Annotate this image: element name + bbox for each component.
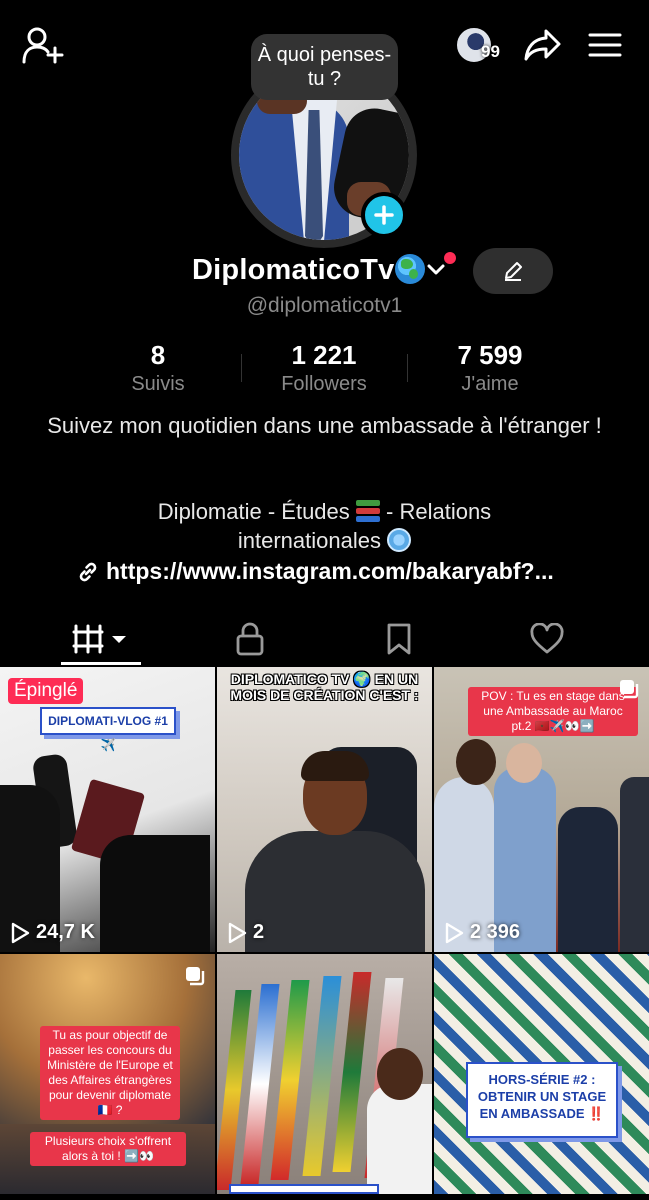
video-caption: DIPLOMATICO TV 🌍 EN UN MOIS DE CRÉATION … (230, 671, 419, 703)
bio-text: Suivez mon quotidien dans une ambassade … (47, 413, 602, 438)
video-thumbnail[interactable]: Tu as pour objectif de passer les concou… (0, 954, 215, 1194)
heart-icon (530, 623, 564, 654)
view-count-value: 24,7 K (36, 921, 95, 943)
view-count: 24,7 K (10, 921, 95, 944)
menu-button[interactable] (585, 25, 625, 65)
multi-photo-icon (186, 967, 205, 986)
notification-count: 99 (481, 42, 500, 61)
profile-stats: 8 Suivis 1 221 Followers 7 599 J'aime (0, 340, 649, 400)
view-count: 2 396 (444, 921, 520, 944)
bio-tags-part2: - Relations (386, 499, 492, 524)
hamburger-menu-icon (588, 33, 622, 57)
pinned-badge: Épinglé (8, 678, 84, 704)
profile-tabs (0, 612, 649, 666)
chevron-down-icon (427, 264, 445, 275)
stat-following[interactable]: 8 Suivis (78, 340, 238, 396)
play-icon (11, 922, 30, 943)
stat-likes-label: J'aime (461, 373, 519, 395)
video-thumbnail[interactable]: Épinglé DIPLOMATI-VLOG #1✈️ 24,7 K (0, 667, 215, 952)
video-caption: POV : Tu es en stage dans une Ambassade … (468, 687, 638, 736)
lock-icon (236, 622, 264, 656)
video-caption-main: Tu as pour objectif de passer les concou… (40, 1026, 180, 1120)
multi-photo-icon (620, 680, 639, 699)
account-switch-button[interactable] (426, 260, 446, 285)
view-count-value: 2 (253, 921, 265, 943)
video-thumbnail[interactable] (217, 954, 432, 1194)
books-emoji-icon (355, 500, 380, 522)
share-icon (524, 29, 561, 61)
add-story-button[interactable] (361, 192, 407, 238)
notification-avatar-button[interactable]: 99 (455, 24, 501, 66)
active-tab-indicator (61, 662, 141, 665)
tab-videos[interactable] (51, 612, 151, 666)
bio-link-text: https://www.instagram.com/bakaryabf?... (106, 558, 554, 584)
display-name[interactable]: DiplomaticoTv (192, 254, 426, 287)
bio-link[interactable]: https://www.instagram.com/bakaryabf?... (76, 558, 554, 585)
stat-followers-value: 1 221 (291, 340, 357, 370)
stat-divider (407, 354, 408, 382)
video-thumbnail[interactable]: POV : Tu es en stage dans une Ambassade … (434, 667, 649, 952)
tab-saved[interactable] (349, 612, 449, 666)
stat-following-label: Suivis (131, 373, 185, 395)
stat-divider (241, 354, 242, 382)
grid-videos-icon (72, 624, 126, 654)
play-icon (445, 922, 464, 943)
username: @diplomaticotv1 (246, 294, 403, 317)
stat-followers-label: Followers (281, 373, 367, 395)
video-thumbnail[interactable]: HORS-SÉRIE #2 : OBTENIR UN STAGE EN AMBA… (434, 954, 649, 1194)
share-button[interactable] (523, 25, 563, 65)
globe-emoji-icon (395, 254, 426, 284)
link-icon (79, 562, 97, 581)
tab-private[interactable] (200, 612, 300, 666)
stat-followers[interactable]: 1 221 Followers (244, 340, 404, 396)
stat-following-value: 8 (150, 340, 166, 370)
video-caption: DIPLOMATI-VLOG #1✈️ (40, 707, 176, 752)
edit-profile-button[interactable] (473, 248, 553, 294)
stat-likes: 7 599 J'aime (410, 340, 570, 396)
video-caption-secondary: Plusieurs choix s'offrent alors à toi ! … (30, 1132, 186, 1166)
plus-icon (374, 205, 394, 225)
view-count: 2 (227, 921, 264, 944)
bio-tags-part1: Diplomatie - Études (157, 499, 350, 524)
video-caption: HORS-SÉRIE #2 : OBTENIR UN STAGE EN AMBA… (466, 1062, 618, 1138)
pencil-icon (505, 262, 522, 281)
add-friend-button[interactable] (22, 26, 64, 66)
bookmark-icon (387, 623, 411, 655)
tab-liked[interactable] (497, 612, 597, 666)
add-person-icon (22, 27, 64, 64)
stat-likes-value: 7 599 (457, 340, 523, 370)
play-icon (228, 922, 247, 943)
view-count-value: 2 396 (470, 921, 521, 943)
globe-meridians-emoji-icon (387, 528, 412, 552)
status-bubble[interactable]: À quoi penses-tu ? (251, 34, 398, 100)
bio-tags: Diplomatie - Études - Relations internat… (40, 497, 609, 555)
display-name-text: DiplomaticoTv (192, 254, 395, 286)
video-thumbnail[interactable]: DIPLOMATICO TV 🌍 EN UN MOIS DE CRÉATION … (217, 667, 432, 952)
new-indicator-dot (444, 252, 456, 264)
bio-tags-part3: internationales (237, 528, 381, 553)
